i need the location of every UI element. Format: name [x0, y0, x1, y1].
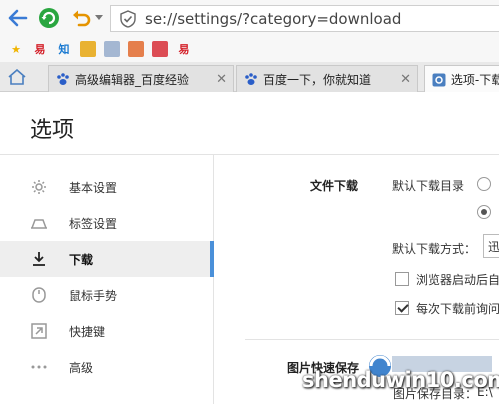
home-icon: [8, 69, 26, 85]
watermark-text: shenduwin10.com: [302, 368, 499, 392]
star-icon[interactable]: ★: [8, 41, 24, 57]
default-method-label: 默认下载方式：: [392, 242, 477, 256]
default-dir-radio-2[interactable]: [477, 205, 491, 219]
chevron-down-icon: [95, 15, 103, 20]
sidebar-item-label: 快捷键: [69, 324, 106, 339]
launch-download-checkbox[interactable]: [395, 272, 409, 286]
bookmark-icon[interactable]: 易: [32, 41, 48, 57]
sidebar-item-shortcuts[interactable]: 快捷键: [0, 313, 214, 349]
ask-before-download-checkbox[interactable]: [395, 301, 409, 315]
sidebar-item-tabs[interactable]: 标签设置: [0, 205, 214, 241]
default-method-select[interactable]: 迅: [483, 234, 499, 258]
close-icon[interactable]: ✕: [216, 72, 227, 87]
sidebar-item-download[interactable]: 下载: [0, 241, 214, 277]
gear-icon: [431, 72, 447, 88]
tab-icon: [30, 214, 48, 232]
address-bar[interactable]: se://settings/?category=download: [110, 5, 499, 32]
paw-icon: [55, 71, 71, 87]
download-icon: [30, 250, 48, 268]
tab-label: 百度一下，你就知道: [263, 72, 372, 87]
browser-toolbar: se://settings/?category=download: [0, 0, 499, 36]
default-method-value: 迅: [488, 239, 499, 254]
back-arrow-icon: [8, 9, 28, 27]
back-button[interactable]: [6, 6, 30, 30]
bookmark-icon[interactable]: [128, 41, 144, 57]
sidebar-item-label: 基本设置: [69, 180, 118, 195]
bookmark-icon[interactable]: [104, 41, 120, 57]
sidebar-item-label: 下载: [69, 252, 94, 267]
bookmark-icon[interactable]: 知: [56, 41, 72, 57]
default-dir-label: 默认下载目录: [392, 179, 465, 193]
home-button[interactable]: [6, 67, 28, 87]
sidebar-item-advanced[interactable]: 高级: [0, 349, 214, 385]
undo-button[interactable]: [70, 6, 94, 30]
undo-icon: [73, 10, 91, 27]
divider: [245, 339, 499, 340]
settings-sidebar: 基本设置 标签设置 下载 鼠标手势 快捷键 高级: [0, 155, 214, 404]
bookmarks-bar: ★ 易知易: [0, 36, 499, 62]
more-icon: [30, 358, 48, 376]
launch-download-label: 浏览器启动后自: [416, 273, 499, 287]
shortcut-icon: [30, 322, 48, 340]
address-url[interactable]: se://settings/?category=download: [145, 10, 401, 28]
gear-icon: [30, 178, 48, 196]
sidebar-item-label: 标签设置: [69, 216, 118, 231]
shield-icon: [117, 8, 139, 30]
sidebar-item-label: 鼠标手势: [69, 288, 118, 303]
refresh-button[interactable]: [37, 6, 61, 30]
bookmark-icon[interactable]: 易: [176, 41, 192, 57]
sidebar-item-label: 高级: [69, 360, 94, 375]
tab-label: 高级编辑器_百度经验: [75, 72, 190, 87]
close-icon[interactable]: ✕: [400, 72, 411, 87]
tab-baidu[interactable]: 百度一下，你就知道 ✕: [236, 65, 418, 92]
tab-strip: 高级编辑器_百度经验 ✕ 百度一下，你就知道 ✕ 选项-下载: [0, 62, 499, 93]
tab-label: 选项-下载: [450, 73, 499, 87]
paw-icon: [243, 71, 259, 87]
mouse-icon: [30, 286, 48, 304]
undo-dropdown-button[interactable]: [92, 6, 106, 30]
sidebar-item-mouse-gestures[interactable]: 鼠标手势: [0, 277, 214, 313]
section-title-download: 文件下载: [310, 179, 359, 193]
page-title: 选项: [30, 118, 75, 143]
bookmark-icon[interactable]: [152, 41, 168, 57]
refresh-icon: [39, 8, 59, 28]
sidebar-item-basic[interactable]: 基本设置: [0, 169, 214, 205]
default-dir-radio-1[interactable]: [477, 177, 491, 191]
tab-settings-download[interactable]: 选项-下载: [424, 65, 499, 93]
tab-baidu-jingyan[interactable]: 高级编辑器_百度经验 ✕: [48, 65, 234, 92]
ask-before-download-label: 每次下载前询问: [416, 302, 499, 316]
bookmark-icon[interactable]: [80, 41, 96, 57]
